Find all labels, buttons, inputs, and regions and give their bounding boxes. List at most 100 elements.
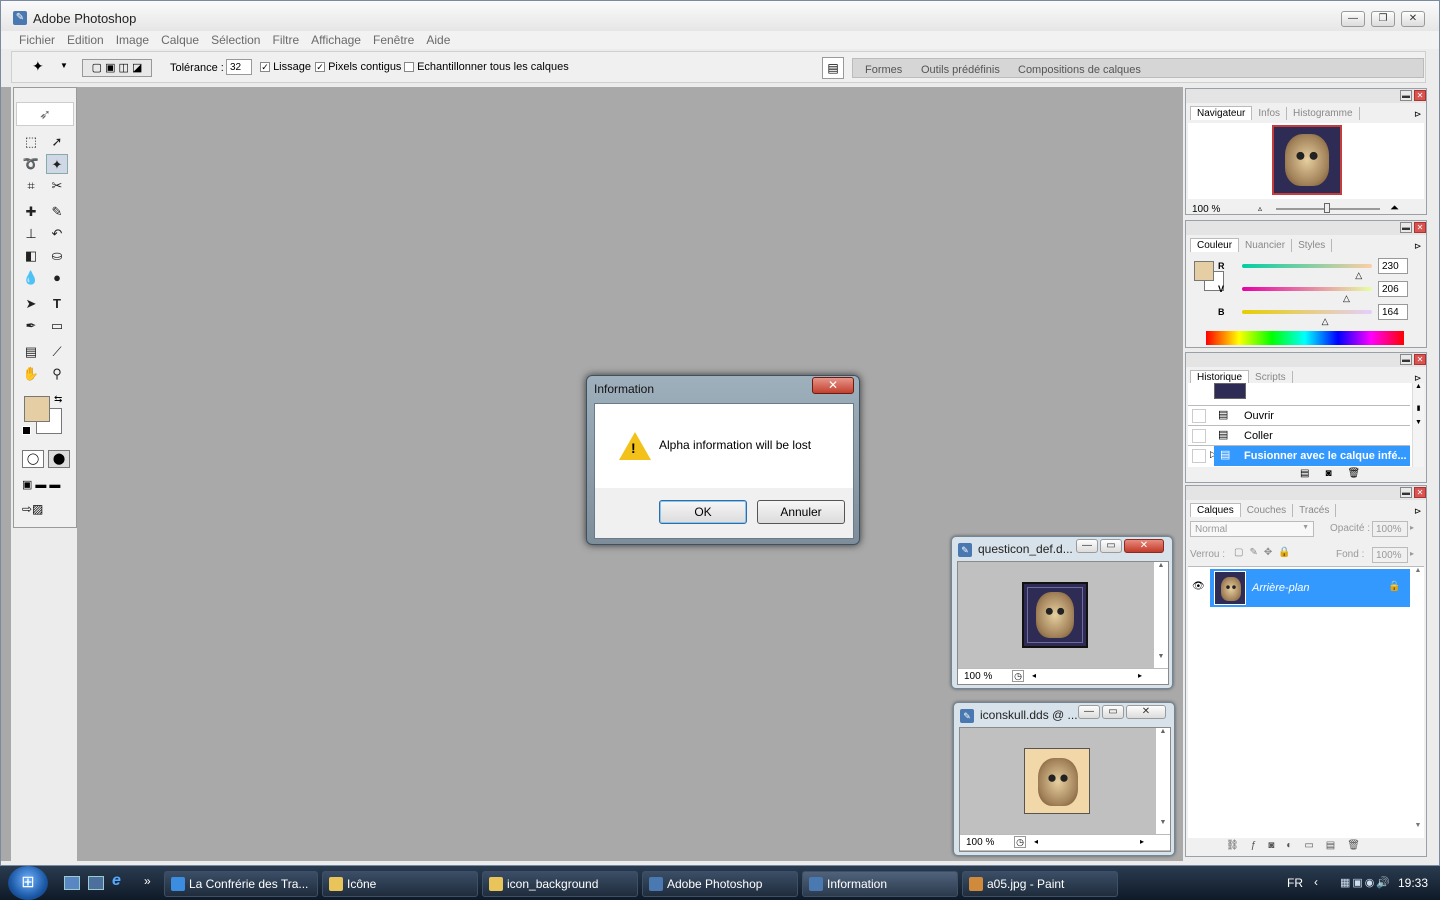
zoom-out-icon[interactable]: ▵	[1258, 204, 1262, 213]
screen-mode-icons[interactable]: ▣▬▬	[22, 478, 70, 494]
fill-input[interactable]: 100%	[1372, 547, 1408, 563]
panel-menu-icon[interactable]: ⊳	[1414, 109, 1422, 120]
menu-fenetre[interactable]: Fenêtre	[367, 31, 420, 47]
v-value-input[interactable]: 206	[1378, 281, 1408, 297]
taskbar-item-information[interactable]: Information	[802, 871, 958, 897]
rectangle-icon[interactable]: ▭	[46, 316, 68, 336]
tab-historique[interactable]: Historique	[1190, 370, 1250, 384]
standard-mode-icon[interactable]: ◯	[22, 450, 44, 468]
status-info-icon[interactable]: ◷	[1012, 670, 1024, 682]
close-button[interactable]: ✕	[1124, 539, 1164, 553]
palette-well-icon[interactable]: ▤	[822, 57, 844, 79]
panel-header[interactable]	[1186, 89, 1426, 103]
panel-minimize-icon[interactable]: ▬	[1400, 487, 1412, 498]
r-slider[interactable]	[1242, 264, 1372, 268]
scroll-left-icon[interactable]: ◂	[1032, 671, 1036, 680]
magic-wand-icon[interactable]: ✦	[32, 58, 44, 75]
panel-header[interactable]	[1186, 221, 1426, 235]
history-item[interactable]: ▤ Ouvrir	[1188, 405, 1410, 425]
menu-selection[interactable]: Sélection	[205, 31, 266, 47]
panel-close-icon[interactable]: ✕	[1414, 487, 1426, 498]
crop-icon[interactable]: ⌗	[20, 176, 42, 196]
ok-button[interactable]: OK	[659, 500, 747, 524]
maximize-button[interactable]: ▭	[1100, 539, 1122, 553]
pixels-contigus-option[interactable]: ✓ Pixels contigus	[315, 61, 401, 73]
tab-couleur[interactable]: Couleur	[1190, 238, 1240, 252]
quick-launch-more-icon[interactable]: »	[144, 874, 151, 888]
tab-traces[interactable]: Tracés	[1293, 504, 1337, 517]
notes-icon[interactable]: ▤	[20, 342, 42, 362]
internet-explorer-icon[interactable]: e	[112, 872, 121, 890]
history-item-selected[interactable]: ▷ ▤ Fusionner avec le calque infé...	[1188, 445, 1410, 466]
tab-couches[interactable]: Couches	[1241, 504, 1294, 517]
zoom-value[interactable]: 100 %	[964, 671, 992, 682]
pixels-contigus-checkbox[interactable]: ✓	[315, 62, 325, 73]
menu-image[interactable]: Image	[110, 31, 155, 47]
taskbar-item-photoshop[interactable]: Adobe Photoshop	[642, 871, 798, 897]
pen-icon[interactable]: ✒	[20, 316, 42, 336]
path-selection-icon[interactable]: ➤	[20, 294, 42, 314]
restore-button[interactable]: ❐	[1371, 11, 1395, 27]
menu-calque[interactable]: Calque	[155, 31, 205, 47]
tab-histogramme[interactable]: Histogramme	[1287, 107, 1360, 120]
panel-menu-icon[interactable]: ⊳	[1414, 241, 1422, 252]
selection-mode-buttons[interactable]: ▢ ▣ ◫ ◪	[82, 59, 152, 77]
lissage-option[interactable]: ✓ Lissage	[260, 61, 311, 73]
panel-header[interactable]	[1186, 353, 1426, 367]
r-slider-thumb[interactable]: △	[1355, 270, 1362, 281]
navigator-view[interactable]	[1188, 123, 1424, 199]
tolerance-input[interactable]: 32	[226, 59, 252, 75]
document-canvas[interactable]: ▲ ▼ 100 % ◷ ◂ ▸	[959, 727, 1171, 852]
zoom-value[interactable]: 100 %	[966, 837, 994, 848]
close-button[interactable]: ✕	[1126, 705, 1166, 719]
v-slider[interactable]	[1242, 287, 1372, 291]
b-slider-thumb[interactable]: △	[1322, 316, 1329, 327]
tab-nuancier[interactable]: Nuancier	[1239, 239, 1293, 252]
menu-edition[interactable]: Edition	[61, 31, 110, 47]
cancel-button[interactable]: Annuler	[757, 500, 845, 524]
well-tab-outils[interactable]: Outils prédéfinis	[921, 64, 1000, 76]
history-state-checkbox[interactable]	[1192, 429, 1206, 443]
panel-minimize-icon[interactable]: ▬	[1400, 90, 1412, 101]
show-desktop-icon[interactable]	[64, 876, 80, 890]
system-tray-icons[interactable]: ▦▣◉🔊	[1340, 876, 1392, 889]
v-slider-thumb[interactable]: △	[1343, 293, 1350, 304]
tab-calques[interactable]: Calques	[1190, 503, 1241, 517]
echantillonner-option[interactable]: Echantillonner tous les calques	[404, 61, 569, 73]
echantillonner-checkbox[interactable]	[404, 62, 414, 73]
history-brush-icon[interactable]: ↶	[46, 224, 68, 244]
quick-mask-icon[interactable]: ⬤	[48, 450, 70, 468]
scroll-right-icon[interactable]: ▸	[1140, 837, 1144, 846]
menu-affichage[interactable]: Affichage	[305, 31, 367, 47]
history-state-checkbox[interactable]	[1192, 449, 1206, 463]
show-hidden-icons[interactable]: ‹	[1314, 875, 1318, 889]
healing-brush-icon[interactable]: ✚	[20, 202, 42, 222]
panel-minimize-icon[interactable]: ▬	[1400, 354, 1412, 365]
document-window-questicon[interactable]: ✎ questicon_def.d... — ▭ ✕ ▲ ▼ 100 % ◷ ◂ …	[951, 536, 1173, 689]
menu-fichier[interactable]: Fichier	[13, 31, 61, 47]
eye-icon[interactable]: 👁	[1192, 581, 1205, 592]
dodge-icon[interactable]: ●	[46, 268, 68, 288]
history-item[interactable]: ▤ Coller	[1188, 425, 1410, 445]
history-state-checkbox[interactable]	[1192, 409, 1206, 423]
blur-icon[interactable]: 💧	[20, 268, 42, 288]
slice-icon[interactable]: ✂	[46, 176, 68, 196]
tab-infos[interactable]: Infos	[1252, 107, 1288, 120]
zoom-icon[interactable]: ⚲	[46, 364, 68, 384]
well-tab-compositions[interactable]: Compositions de calques	[1018, 64, 1141, 76]
b-slider[interactable]	[1242, 310, 1372, 314]
navigator-zoom-value[interactable]: 100 %	[1192, 204, 1220, 215]
status-info-icon[interactable]: ◷	[1014, 836, 1026, 848]
dialog-close-button[interactable]: ✕	[812, 377, 854, 394]
clone-stamp-icon[interactable]: ⊥	[20, 224, 42, 244]
panel-header[interactable]	[1186, 486, 1426, 500]
brush-icon[interactable]: ✎	[46, 202, 68, 222]
document-window-iconskull[interactable]: ✎ iconskull.dds @ ... — ▭ ✕ ▲ ▼ 100 % ◷ ◂…	[953, 702, 1175, 856]
panel-close-icon[interactable]: ✕	[1414, 354, 1426, 365]
panel-close-icon[interactable]: ✕	[1414, 90, 1426, 101]
fill-arrow-icon[interactable]: ▸	[1410, 549, 1414, 558]
panel-menu-icon[interactable]: ⊳	[1414, 506, 1422, 517]
panel-minimize-icon[interactable]: ▬	[1400, 222, 1412, 233]
clock[interactable]: 19:33	[1398, 876, 1428, 890]
paint-bucket-icon[interactable]: ⛀	[46, 246, 68, 266]
